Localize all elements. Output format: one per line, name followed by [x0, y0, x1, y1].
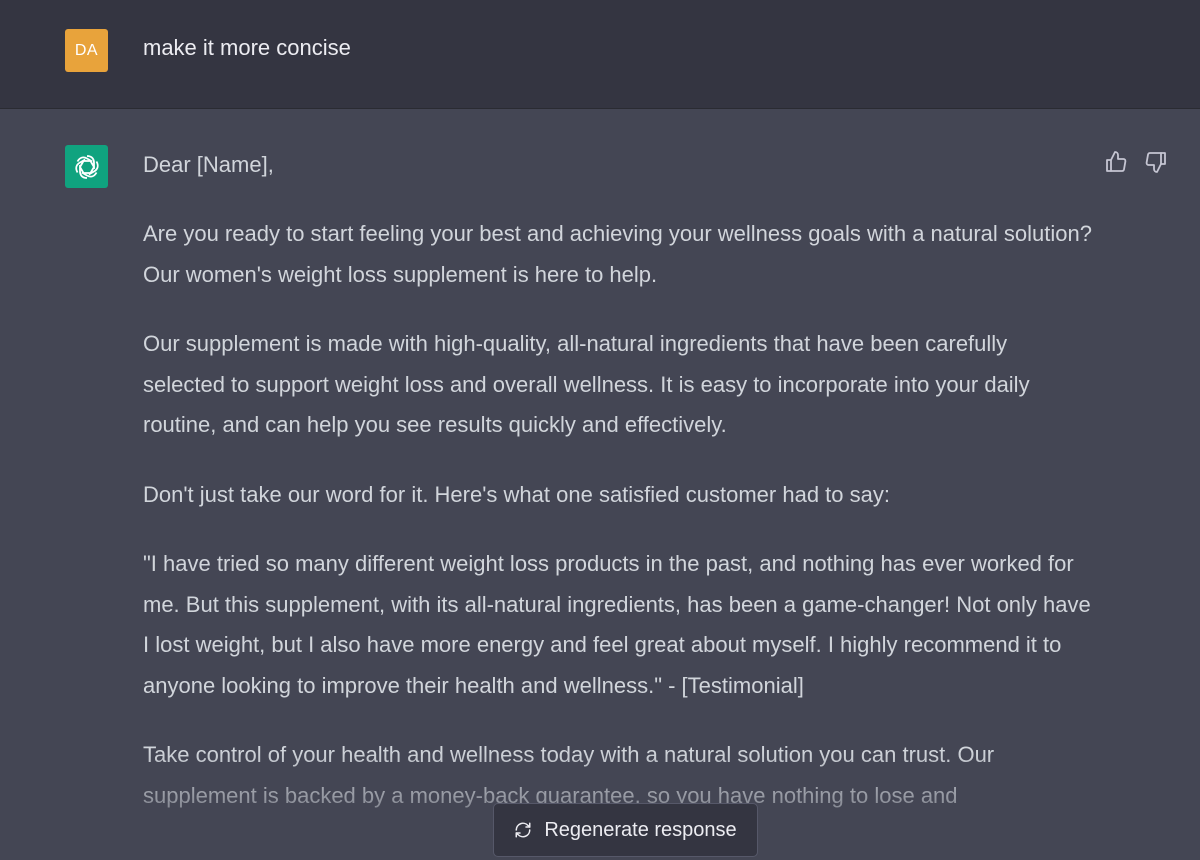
chat-page: DA make it more concise Dear [Name], Are… [0, 0, 1200, 860]
user-message-text: make it more concise [143, 35, 351, 60]
response-paragraph: Don't just take our word for it. Here's … [143, 481, 890, 507]
refresh-icon [515, 822, 531, 838]
thumbs-up-button[interactable] [1103, 149, 1129, 175]
openai-logo-icon [74, 154, 99, 179]
response-paragraph: Are you ready to start feeling your best… [143, 221, 1092, 287]
thumbs-down-icon [1145, 152, 1166, 173]
user-avatar: DA [65, 29, 108, 72]
user-avatar-initials: DA [74, 41, 99, 59]
response-paragraph: Our supplement is made with high-quality… [143, 331, 1030, 437]
regenerate-label: Regenerate response [544, 818, 737, 841]
response-paragraph-greeting: Dear [Name], [143, 152, 274, 177]
assistant-avatar [65, 145, 108, 188]
assistant-message-row: Dear [Name], Are you ready to start feel… [0, 109, 1200, 860]
regenerate-response-button[interactable]: Regenerate response [493, 803, 758, 857]
thumbs-down-button[interactable] [1143, 149, 1169, 175]
thumbs-up-icon [1106, 151, 1127, 172]
assistant-response: Dear [Name], Are you ready to start feel… [143, 145, 1093, 845]
user-message-row: DA make it more concise [0, 0, 1200, 109]
response-paragraph-testimonial: "I have tried so many different weight l… [143, 551, 1091, 698]
